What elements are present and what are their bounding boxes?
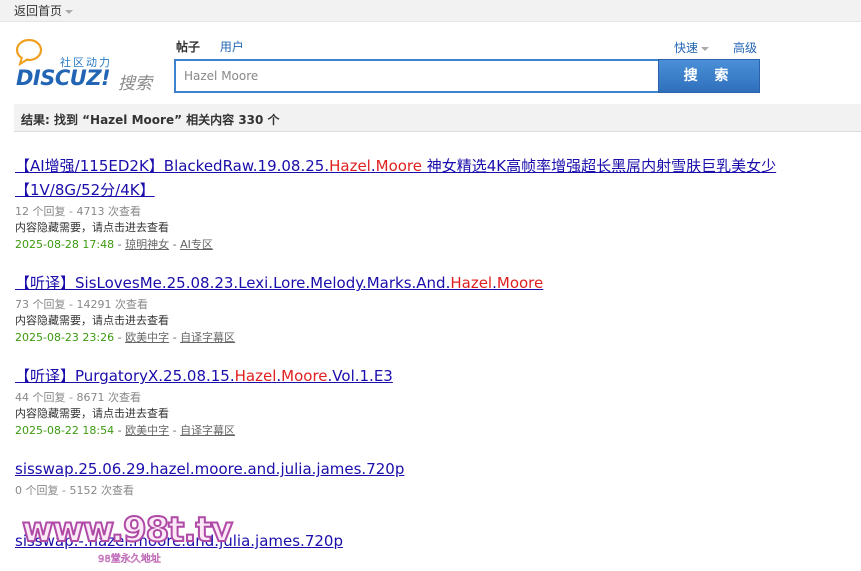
- list-item: 【AI增强/115ED2K】BlackedRaw.19.08.25.Hazel.…: [15, 154, 835, 253]
- title-text: 【AI增强/115ED2K】BlackedRaw.19.08.25.: [15, 157, 330, 175]
- top-bar: 返回首页: [0, 0, 861, 22]
- title-text: 【听译】SisLovesMe.25.08.23.Lexi.Lore.Melody…: [15, 274, 451, 292]
- watermark-subtext: 98堂永久地址: [98, 554, 161, 566]
- title-highlight: Moore: [375, 157, 422, 175]
- title-highlight: Hazel: [329, 157, 371, 175]
- search-type-tabs: 帖子 用户: [176, 38, 260, 56]
- result-summary: 结果: 找到 “Hazel Moore” 相关内容 330 个: [21, 113, 280, 127]
- separator: -: [172, 331, 181, 344]
- search-box: [174, 59, 660, 93]
- list-item: sisswap.25.06.29.hazel.moore.and.julia.j…: [15, 457, 835, 515]
- watermark-text: www.98t.tv: [21, 509, 234, 551]
- forum-link[interactable]: 欧美中字: [125, 331, 169, 344]
- title-highlight: Moore: [496, 274, 544, 292]
- separator: -: [172, 238, 181, 251]
- title-highlight: Hazel: [234, 367, 277, 385]
- result-stats: 44 个回复 - 8671 次查看: [15, 391, 141, 404]
- result-date: 2025-08-23 23:26: [15, 331, 115, 344]
- subforum-link[interactable]: 自译字幕区: [180, 424, 235, 437]
- tab-users[interactable]: 用户: [220, 38, 244, 55]
- title-highlight: Moore: [281, 367, 328, 385]
- result-info: 2025-08-28 17:48 - 琼明神女 - AI专区: [15, 236, 835, 253]
- hidden-content-note: 内容隐藏需要，请点击进去查看: [15, 314, 169, 327]
- back-home-label: 返回首页: [14, 4, 63, 18]
- site-watermark: www.98t.tv 98堂永久地址: [21, 509, 262, 568]
- result-title-link[interactable]: 【AI增强/115ED2K】BlackedRaw.19.08.25.Hazel.…: [15, 154, 835, 202]
- search-input[interactable]: [180, 65, 654, 87]
- result-date: 2025-08-22 18:54: [15, 424, 115, 437]
- result-stats: 0 个回复 - 5152 次查看: [15, 484, 134, 497]
- chevron-down-icon: [701, 46, 710, 51]
- logo-brand: DISCUZ!: [16, 66, 111, 90]
- chevron-down-icon: [65, 9, 74, 14]
- result-title-link[interactable]: 【听译】PurgatoryX.25.08.15.Hazel.Moore.Vol.…: [15, 364, 835, 388]
- result-stats: 73 个回复 - 14291 次查看: [15, 298, 148, 311]
- discuz-logo[interactable]: 社区动力 DISCUZ! 搜索: [14, 38, 164, 94]
- result-info: 2025-08-22 18:54 - 欧美中字 - 自译字幕区: [15, 422, 835, 439]
- result-list: 【AI增强/115ED2K】BlackedRaw.19.08.25.Hazel.…: [15, 154, 835, 571]
- hidden-content-note: 内容隐藏需要，请点击进去查看: [15, 407, 169, 420]
- logo-suffix: 搜索: [118, 74, 152, 94]
- quick-search-link[interactable]: 快速: [674, 39, 710, 56]
- forum-link[interactable]: 琼明神女: [125, 238, 169, 251]
- back-home-link[interactable]: 返回首页: [14, 2, 74, 19]
- forum-link[interactable]: 欧美中字: [125, 424, 169, 437]
- title-text: 【听译】PurgatoryX.25.08.15.: [15, 367, 235, 385]
- separator: -: [172, 424, 181, 437]
- result-title-link[interactable]: sisswap.25.06.29.hazel.moore.and.julia.j…: [15, 457, 835, 481]
- list-item: 【听译】SisLovesMe.25.08.23.Lexi.Lore.Melody…: [15, 271, 835, 346]
- result-date: 2025-08-28 17:48: [15, 238, 115, 251]
- title-highlight: Hazel: [450, 274, 493, 292]
- result-stats: 12 个回复 - 4713 次查看: [15, 205, 141, 218]
- subforum-link[interactable]: 自译字幕区: [180, 331, 235, 344]
- tab-posts[interactable]: 帖子: [176, 38, 200, 55]
- separator: -: [117, 331, 126, 344]
- subforum-link[interactable]: AI专区: [180, 238, 213, 251]
- separator: -: [117, 424, 126, 437]
- advanced-search-link[interactable]: 高级: [733, 39, 757, 56]
- search-button[interactable]: 搜 索: [658, 59, 760, 93]
- result-summary-bar: 结果: 找到 “Hazel Moore” 相关内容 330 个: [14, 104, 861, 132]
- hidden-content-note: 内容隐藏需要，请点击进去查看: [15, 221, 169, 234]
- quick-search-label: 快速: [674, 41, 699, 55]
- list-item: 【听译】PurgatoryX.25.08.15.Hazel.Moore.Vol.…: [15, 364, 835, 439]
- separator: -: [117, 238, 126, 251]
- result-info: 2025-08-23 23:26 - 欧美中字 - 自译字幕区: [15, 329, 835, 346]
- title-text: .Vol.1.E3: [327, 367, 393, 385]
- result-title-link[interactable]: 【听译】SisLovesMe.25.08.23.Lexi.Lore.Melody…: [15, 271, 835, 295]
